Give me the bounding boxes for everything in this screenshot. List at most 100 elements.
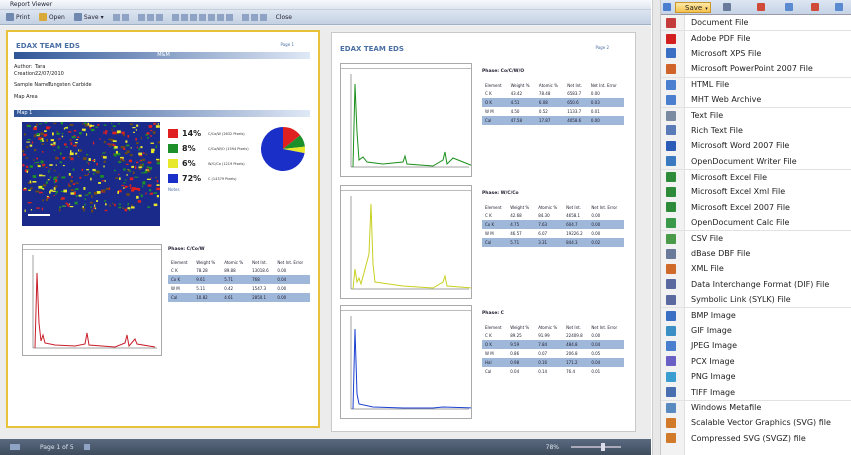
menu-item-compressed-svg-svgz-file[interactable]: Compressed SVG (SVGZ) file [661, 431, 851, 446]
menu-item-csv-file[interactable]: CSV File [661, 230, 851, 245]
tool-button-3[interactable] [170, 12, 235, 23]
legend-label: W/C/Co (1219 Pixels) [208, 161, 245, 166]
table-cell: 89.88 [221, 266, 250, 275]
tool-button-4[interactable] [240, 12, 269, 23]
save-toolbar-button[interactable]: Save ▾ [72, 12, 106, 23]
menu-item-microsoft-word-2007-file[interactable]: Microsoft Word 2007 File [661, 138, 851, 153]
map-pixel [27, 125, 31, 128]
table-row: C K 89.25 91.99 22409.8 0.00 [482, 331, 624, 340]
menu-item-opendocument-calc-file[interactable]: OpenDocument Calc File [661, 215, 851, 230]
map-pixel [63, 189, 67, 193]
menu-item-document-file[interactable]: Document File [661, 15, 851, 30]
map-pixel [36, 133, 40, 136]
menu-item-adobe-pdf-file[interactable]: Adobe PDF File [661, 30, 851, 45]
map-pixel [142, 158, 145, 161]
print-button[interactable]: Print [4, 12, 32, 23]
map-pixel [126, 163, 129, 165]
map-pixel [100, 175, 104, 178]
menu-item-mht-web-archive[interactable]: MHT Web Archive [661, 92, 851, 107]
menu-item-microsoft-xps-file[interactable]: Microsoft XPS File [661, 46, 851, 61]
next-page-icon[interactable] [83, 444, 90, 450]
zoom-slider[interactable] [571, 443, 621, 451]
menu-item-microsoft-excel-file[interactable]: Microsoft Excel File [661, 168, 851, 184]
first-page-icon[interactable] [10, 444, 20, 450]
map-pixel [153, 203, 158, 207]
table-cell: 43.42 [507, 89, 536, 98]
menu-item-bmp-image[interactable]: BMP Image [661, 307, 851, 322]
map-pixel [121, 131, 125, 135]
map-pixel [75, 182, 79, 184]
table-row: W M 4.50 0.52 1133.7 0.01 [482, 107, 624, 116]
disk-icon [73, 13, 82, 21]
phase-pie-chart [260, 127, 306, 171]
element-table: Element Weight % Atomic % Net Int. Net Int. … [482, 81, 624, 125]
map-pixel [125, 179, 127, 181]
tool-icon[interactable] [757, 3, 765, 11]
doc-icon[interactable] [663, 3, 671, 11]
menu-item-microsoft-powerpoint-2007-file[interactable]: Microsoft PowerPoint 2007 File [661, 61, 851, 76]
zoom-slider-thumb[interactable] [601, 443, 605, 451]
tool-icon[interactable] [835, 3, 843, 11]
page-header: EDAX TEAM EDS [16, 42, 80, 50]
column-header: Net Int. [563, 203, 589, 211]
menu-item-tiff-image[interactable]: TIFF Image [661, 384, 851, 399]
menu-item-pcx-image[interactable]: PCX Image [661, 354, 851, 369]
map-pixel [46, 197, 50, 199]
map-pixel [72, 183, 76, 185]
map-pixel [91, 209, 94, 213]
open-button[interactable]: Open [37, 12, 67, 23]
menu-item-html-file[interactable]: HTML File [661, 76, 851, 92]
map-pixel [92, 125, 95, 127]
map-pixel [121, 160, 125, 162]
gear-icon[interactable] [723, 3, 731, 11]
table-cell: 0.00 [274, 266, 310, 275]
menu-item-microsoft-excel-xml-file[interactable]: Microsoft Excel Xml File [661, 184, 851, 199]
menu-toolbar: Save ▾ [661, 0, 851, 15]
map-pixel [38, 137, 42, 140]
menu-item-jpeg-image[interactable]: JPEG Image [661, 338, 851, 353]
legend-label: C/Co/W (2632 Pixels) [208, 131, 245, 136]
menu-item-symbolic-link-sylk-file[interactable]: Symbolic Link (SYLK) File [661, 292, 851, 307]
vertical-scrollbar[interactable] [652, 0, 660, 455]
column-header: Element [482, 203, 508, 211]
table-cell: 47.58 [507, 116, 536, 125]
menu-item-xml-file[interactable]: XML File [661, 261, 851, 276]
tool-button-2[interactable] [136, 12, 165, 23]
table-row: Cal 47.58 17.87 4058.6 0.00 [482, 116, 624, 125]
map-pixel [53, 122, 57, 125]
tool-icon[interactable] [811, 3, 819, 11]
menu-item-dbase-dbf-file[interactable]: dBase DBF File [661, 246, 851, 261]
map-pixel [61, 205, 65, 207]
menu-item-rich-text-file[interactable]: Rich Text File [661, 123, 851, 138]
menu-item-png-image[interactable]: PNG Image [661, 369, 851, 384]
map-pixel [105, 132, 107, 135]
menu-item-data-interchange-format-dif-file[interactable]: Data Interchange Format (DIF) File [661, 277, 851, 292]
map-pixel [40, 132, 44, 136]
file-format-icon [666, 294, 676, 305]
menu-item-gif-image[interactable]: GIF Image [661, 323, 851, 338]
map-pixel [145, 192, 147, 195]
file-format-icon [666, 433, 676, 444]
menu-item-scalable-vector-graphics-svg-file[interactable]: Scalable Vector Graphics (SVG) file [661, 415, 851, 430]
menu-item-opendocument-writer-file[interactable]: OpenDocument Writer File [661, 154, 851, 169]
map-pixel [79, 176, 82, 179]
author-label: Author: [14, 64, 33, 70]
menu-item-text-file[interactable]: Text File [661, 107, 851, 122]
print-icon [6, 13, 14, 21]
menu-item-microsoft-excel-2007-file[interactable]: Microsoft Excel 2007 File [661, 200, 851, 215]
tool-button-1[interactable] [111, 12, 131, 23]
table-cell: 0.01 [588, 367, 624, 376]
table-cell: 0.04 [588, 358, 624, 367]
map-pixel [81, 207, 86, 209]
table-cell: 5.11 [193, 284, 222, 293]
tool-icon[interactable] [785, 3, 793, 11]
report-canvas[interactable]: EDAX TEAM EDS Page 1 M&M Author: Tara Cr… [0, 26, 651, 439]
map-pixel [39, 174, 43, 177]
file-format-icon [666, 217, 676, 228]
map-pixel [75, 139, 79, 141]
save-dropdown-button[interactable]: Save ▾ [675, 2, 711, 13]
close-button[interactable]: Close [274, 12, 294, 23]
legend-swatch [168, 144, 178, 153]
map-pixel [61, 176, 64, 179]
menu-item-windows-metafile[interactable]: Windows Metafile [661, 399, 851, 415]
